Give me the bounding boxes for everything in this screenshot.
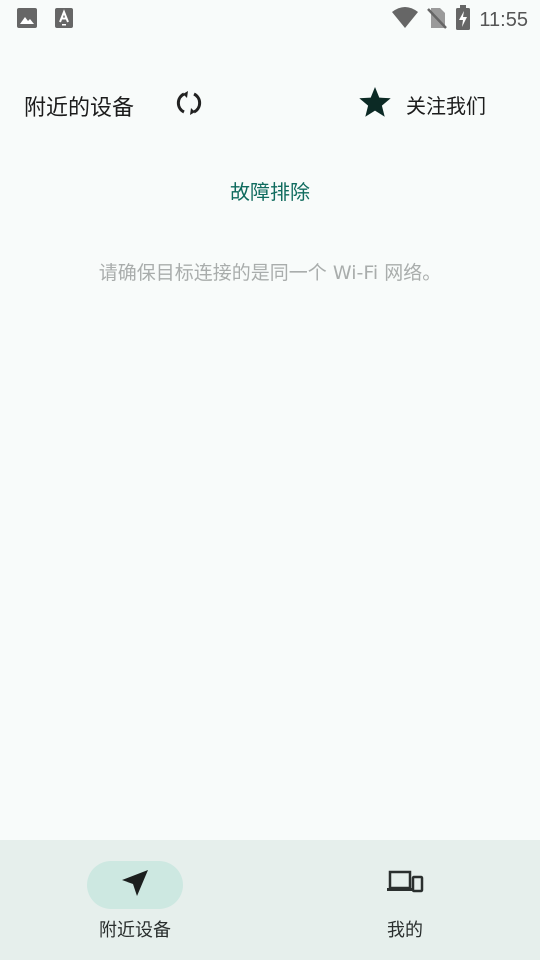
refresh-button[interactable] bbox=[172, 88, 206, 122]
same-wifi-hint: 请确保目标连接的是同一个 Wi-Fi 网络。 bbox=[98, 262, 442, 284]
nav-item-mine[interactable]: 我的 bbox=[270, 840, 540, 960]
devices-icon bbox=[386, 869, 424, 901]
nav-selected-indicator bbox=[87, 861, 183, 909]
page-title: 附近的设备 bbox=[24, 96, 135, 121]
nav-item-nearby-devices[interactable]: 附近设备 bbox=[0, 840, 270, 960]
status-time: 11:55 bbox=[479, 8, 528, 31]
star-icon bbox=[358, 86, 392, 122]
no-sim-icon bbox=[427, 6, 448, 34]
nav-label-mine: 我的 bbox=[387, 920, 423, 941]
follow-us-button[interactable]: 关注我们 bbox=[358, 84, 486, 124]
refresh-icon bbox=[175, 89, 203, 121]
image-icon bbox=[16, 7, 38, 33]
troubleshoot-link[interactable]: 故障排除 bbox=[0, 176, 540, 205]
app-header: 附近的设备 关注我们 bbox=[0, 80, 540, 128]
battery-charging-icon bbox=[455, 5, 471, 35]
status-bar: 11:55 bbox=[0, 0, 540, 36]
wifi-icon bbox=[391, 6, 419, 34]
nav-label-nearby-devices: 附近设备 bbox=[99, 920, 171, 941]
follow-us-label: 关注我们 bbox=[406, 93, 486, 118]
keyboard-a-icon bbox=[54, 7, 74, 33]
bottom-navigation: 附近设备 我的 bbox=[0, 840, 540, 960]
navigation-arrow-icon bbox=[120, 868, 150, 902]
